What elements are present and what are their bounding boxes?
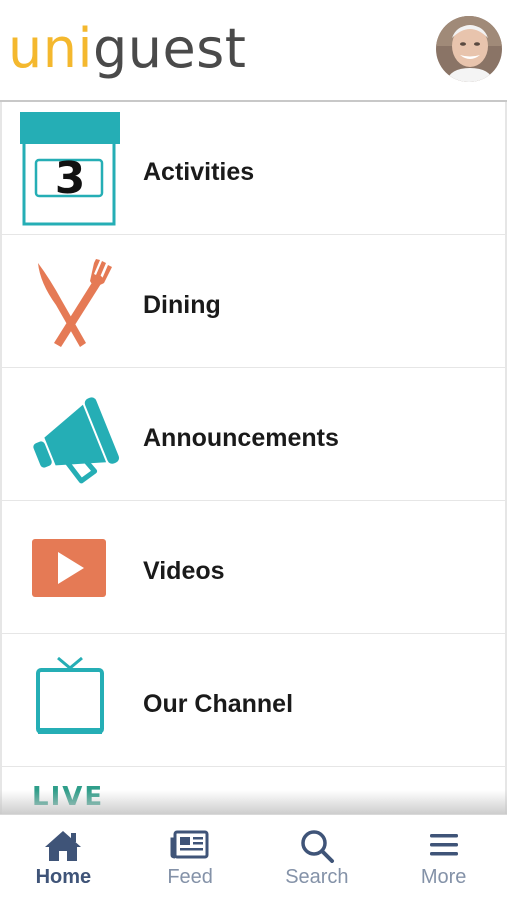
tv-icon xyxy=(20,642,124,762)
menu-label-our-channel: Our Channel xyxy=(143,690,294,718)
home-icon xyxy=(45,831,82,861)
calendar-day-number: 3 xyxy=(55,153,86,204)
menu-label-videos: Videos xyxy=(143,557,225,585)
tab-feed-label: Feed xyxy=(167,866,213,888)
tab-home[interactable]: Home xyxy=(0,815,127,900)
menu-label-announcements: Announcements xyxy=(143,424,339,452)
tab-more[interactable]: More xyxy=(380,815,507,900)
tab-feed[interactable]: Feed xyxy=(127,815,254,900)
menu-label-dining: Dining xyxy=(143,291,221,319)
play-icon xyxy=(20,509,124,629)
tab-more-label: More xyxy=(420,866,467,888)
menu-item-activities[interactable]: 3 Activities xyxy=(2,102,505,235)
menu-bottom-shadow xyxy=(0,790,507,814)
user-avatar[interactable] xyxy=(436,16,502,82)
logo-text-guest: guest xyxy=(92,17,247,80)
uniguest-logo[interactable]: uniguest xyxy=(8,14,246,84)
tab-search-label: Search xyxy=(285,866,349,888)
fork-knife-icon xyxy=(20,243,124,363)
tab-home-label: Home xyxy=(35,866,92,888)
tab-search[interactable]: Search xyxy=(254,815,381,900)
calendar-icon: 3 xyxy=(20,110,124,230)
menu-label-activities: Activities xyxy=(143,158,255,186)
search-icon xyxy=(301,830,334,863)
logo-text-uni: uni xyxy=(8,17,93,80)
menu-item-announcements[interactable]: Announcements xyxy=(2,368,505,501)
megaphone-icon xyxy=(20,376,124,496)
bottom-tab-bar: Home Feed Search More xyxy=(0,814,507,900)
menu-item-videos[interactable]: Videos xyxy=(2,501,505,634)
main-menu: 3 Activities Dining Announcements Videos… xyxy=(0,102,507,814)
newspaper-icon xyxy=(170,830,209,859)
menu-item-our-channel[interactable]: Our Channel xyxy=(2,634,505,767)
app-header: uniguest xyxy=(0,0,507,100)
menu-icon xyxy=(429,834,458,856)
menu-item-dining[interactable]: Dining xyxy=(2,235,505,368)
